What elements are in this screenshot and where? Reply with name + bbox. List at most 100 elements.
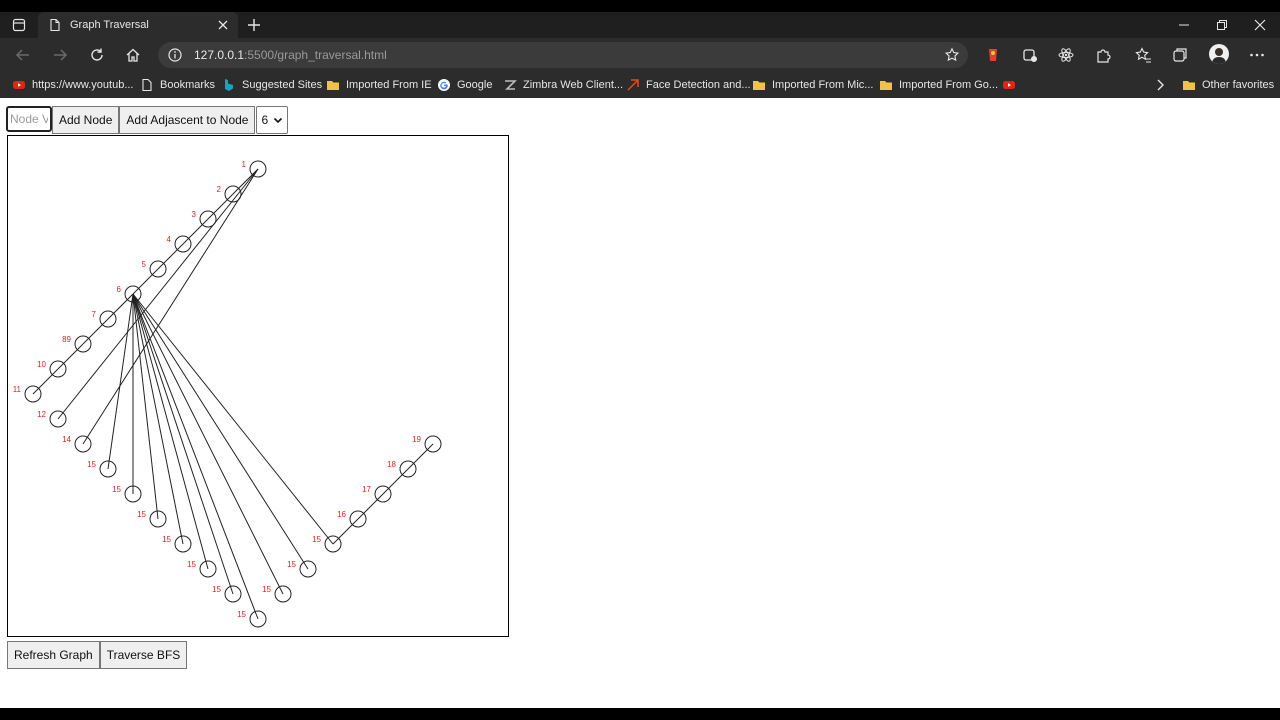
graph-edge-15j-16 bbox=[332, 518, 359, 545]
close-tab-icon[interactable] bbox=[216, 18, 230, 32]
refresh-icon[interactable] bbox=[88, 46, 106, 64]
traverse-bfs-button[interactable]: Traverse BFS bbox=[99, 641, 188, 669]
refresh-graph-button[interactable]: Refresh Graph bbox=[7, 641, 100, 669]
graph-edge-6-15e bbox=[132, 293, 209, 570]
chevron-right-icon[interactable] bbox=[1153, 78, 1167, 92]
address-bar[interactable]: 127.0.0.1:5500/graph_traversal.html bbox=[158, 42, 968, 68]
graph-node-label: 12 bbox=[37, 410, 46, 419]
more-options-icon[interactable] bbox=[1248, 46, 1266, 64]
graph-node-label: 15 bbox=[287, 560, 296, 569]
graph-node-label: 10 bbox=[37, 360, 46, 369]
extensions-puzzle-icon[interactable] bbox=[1094, 46, 1112, 64]
node-value-input[interactable] bbox=[6, 106, 52, 132]
graph-node-label: 15 bbox=[187, 560, 196, 569]
graph-node-label: 15 bbox=[112, 485, 121, 494]
extension-react-icon[interactable] bbox=[1057, 46, 1075, 64]
extension-shield-icon[interactable] bbox=[1021, 46, 1039, 64]
node-select-value: 6 bbox=[261, 113, 269, 127]
tab-actions-icon[interactable] bbox=[8, 16, 30, 34]
bookmark-youtube-2[interactable] bbox=[1002, 77, 1022, 93]
graph-edge-5-6 bbox=[132, 268, 159, 295]
bookmark-imported-go[interactable]: Imported From Go... bbox=[879, 77, 998, 93]
new-tab-icon[interactable] bbox=[246, 17, 262, 33]
browser-toolbar: 127.0.0.1:5500/graph_traversal.html bbox=[0, 38, 1280, 72]
bookmark-imported-mic[interactable]: Imported From Mic... bbox=[752, 77, 873, 93]
bookmark-label: Imported From IE bbox=[346, 79, 432, 91]
favorites-icon[interactable] bbox=[1134, 46, 1152, 64]
url-text[interactable]: 127.0.0.1:5500/graph_traversal.html bbox=[194, 48, 387, 62]
screen-bottom-edge bbox=[0, 708, 1280, 720]
minimize-icon[interactable] bbox=[1177, 18, 1191, 32]
bookmark-zimbra[interactable]: Zimbra Web Client... bbox=[503, 77, 623, 93]
node-select[interactable]: 6 bbox=[256, 106, 289, 134]
graph-edge-3-4 bbox=[182, 218, 209, 245]
url-path: :5500/graph_traversal.html bbox=[244, 48, 387, 62]
bookmark-label: Google bbox=[457, 79, 493, 91]
graph-node-label: 17 bbox=[362, 485, 371, 494]
graph-node-label: 1 bbox=[242, 160, 247, 169]
bookmark-label: Suggested Sites bbox=[242, 79, 323, 91]
bookmark-label: https://www.youtub... bbox=[32, 79, 134, 91]
graph-edge-17-18 bbox=[382, 468, 409, 495]
forward-icon[interactable] bbox=[51, 46, 69, 64]
site-info-icon[interactable] bbox=[168, 48, 182, 62]
bookmark-bookmarks[interactable]: Bookmarks bbox=[140, 77, 215, 93]
bookmark-suggested-sites[interactable]: Suggested Sites bbox=[222, 77, 322, 93]
add-adjacent-button[interactable]: Add Adjascent to Node bbox=[119, 106, 256, 134]
graph-node-label: 15 bbox=[237, 610, 246, 619]
bookmark-label: Imported From Mic... bbox=[772, 79, 874, 91]
graph-edge-1-12 bbox=[57, 168, 259, 420]
bookmark-imported-ie[interactable]: Imported From IE bbox=[326, 77, 432, 93]
back-icon[interactable] bbox=[14, 46, 32, 64]
bookmark-youtube[interactable]: https://www.youtub... bbox=[12, 77, 134, 93]
bookmark-label: Imported From Go... bbox=[899, 79, 999, 91]
graph-canvas[interactable]: 1 2 3 4 5 6 7 89 10 11 12 14 15 15 15 15 15 15 15 15 15 15 16 1… bbox=[7, 135, 509, 637]
google-icon bbox=[438, 79, 450, 91]
graph-controls: Add Node Add Adjascent to Node 6 bbox=[6, 106, 289, 134]
youtube-icon bbox=[1003, 81, 1015, 89]
browser-tab-strip: Graph Traversal bbox=[0, 12, 1280, 38]
bookmark-other-favorites[interactable]: Other favorites bbox=[1182, 77, 1274, 93]
graph-node-label: 14 bbox=[62, 435, 71, 444]
link-icon bbox=[627, 79, 639, 91]
graph-node-label: 15 bbox=[262, 585, 271, 594]
graph-edge-4-5 bbox=[157, 243, 184, 270]
graph-node-label: 4 bbox=[167, 235, 172, 244]
add-favorite-icon[interactable] bbox=[944, 47, 960, 63]
graph-edge-6-15g bbox=[132, 293, 259, 620]
collections-icon[interactable] bbox=[1171, 46, 1189, 64]
folder-icon bbox=[880, 81, 892, 90]
bookmark-label: Face Detection and... bbox=[646, 79, 751, 91]
add-node-button[interactable]: Add Node bbox=[52, 106, 120, 134]
profile-photo-icon bbox=[1212, 48, 1226, 64]
graph-edge-6-15d bbox=[132, 293, 184, 545]
graph-node-label: 15 bbox=[162, 535, 171, 544]
youtube-icon bbox=[13, 81, 25, 89]
graph-svg: 1234567891011121415151515151515151515161… bbox=[13, 160, 442, 628]
graph-edge-6-15j bbox=[132, 293, 334, 545]
graph-edge-6-7 bbox=[107, 293, 134, 320]
graph-node-label: 19 bbox=[412, 435, 421, 444]
graph-actions: Refresh Graph Traverse BFS bbox=[7, 641, 188, 669]
bookmark-face-detection[interactable]: Face Detection and... bbox=[626, 77, 751, 93]
graph-edge-7-89 bbox=[82, 318, 109, 345]
graph-edge-6-15i bbox=[132, 293, 309, 570]
screen-top-edge bbox=[0, 0, 1280, 12]
graph-node-label: 2 bbox=[217, 185, 222, 194]
graph-edge-6-15f bbox=[132, 293, 234, 595]
profile-avatar[interactable] bbox=[1209, 44, 1229, 64]
home-icon[interactable] bbox=[124, 46, 142, 64]
graph-edge-18-19 bbox=[407, 443, 434, 470]
graph-edge-89-10 bbox=[57, 343, 84, 370]
chevron-down-icon bbox=[274, 117, 283, 124]
extension-red-icon[interactable] bbox=[984, 46, 1002, 64]
restore-icon[interactable] bbox=[1215, 18, 1229, 32]
graph-node-label: 7 bbox=[92, 310, 97, 319]
close-window-icon[interactable] bbox=[1253, 18, 1267, 32]
graph-node-label: 18 bbox=[387, 460, 396, 469]
active-tab[interactable]: Graph Traversal bbox=[38, 12, 238, 38]
folder-icon bbox=[327, 81, 339, 90]
bookmark-google[interactable]: Google bbox=[437, 77, 492, 93]
page-icon bbox=[142, 78, 152, 92]
bookmark-label: Zimbra Web Client... bbox=[523, 79, 624, 91]
